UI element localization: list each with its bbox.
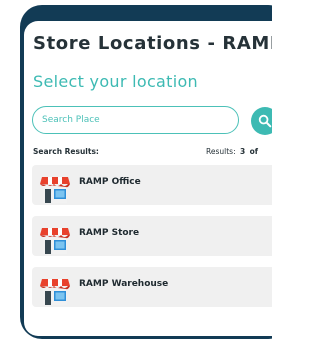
results-count-prefix: Results:: [206, 147, 236, 156]
store-icon: [40, 279, 70, 305]
location-item-office[interactable]: RAMP Office: [32, 165, 272, 205]
location-list: RAMP Office RAMP Store RAMP Warehouse: [32, 165, 272, 318]
store-locator-screen: Store Locations - RAMP Select your locat…: [0, 0, 272, 347]
page-subtitle: Select your location: [33, 72, 198, 91]
location-item-warehouse[interactable]: RAMP Warehouse: [32, 267, 272, 307]
results-count: Results: 3 of: [206, 147, 258, 156]
search-button[interactable]: [251, 107, 272, 135]
location-name: RAMP Store: [79, 228, 140, 238]
search-results-label: Search Results:: [33, 147, 99, 156]
store-icon: [40, 228, 70, 254]
results-count-value: 3: [240, 147, 246, 156]
search-input[interactable]: [32, 106, 239, 134]
location-item-store[interactable]: RAMP Store: [32, 216, 272, 256]
location-name: RAMP Office: [79, 177, 141, 187]
results-count-suffix: of: [249, 147, 259, 156]
location-name: RAMP Warehouse: [79, 279, 169, 289]
search-icon: [258, 114, 272, 128]
page-title: Store Locations - RAMP: [33, 33, 272, 54]
store-icon: [40, 177, 70, 203]
